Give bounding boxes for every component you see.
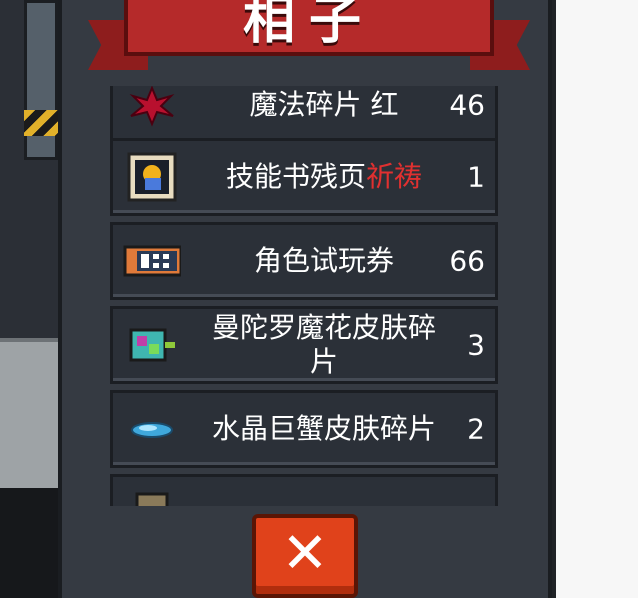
item-name: 角色试玩券 <box>253 244 394 277</box>
item-name: 魔法碎片 红 <box>249 88 399 121</box>
item-count: 46 <box>449 88 485 122</box>
popup-title: 相子 <box>242 0 375 51</box>
item-count: 2 <box>467 412 485 446</box>
list-item[interactable]: 水晶巨蟹皮肤碎片 2 <box>110 390 498 468</box>
list-item[interactable] <box>110 474 498 506</box>
banner-body: 相子 <box>124 0 494 56</box>
list-item[interactable]: 角色试玩券 66 <box>110 222 498 300</box>
item-name: 水晶巨蟹皮肤碎片 <box>211 412 436 445</box>
list-item[interactable]: 技能书残页祈祷 1 <box>110 138 498 216</box>
list-item[interactable]: 魔法碎片 红 46 <box>110 86 498 144</box>
item-name: 技能书残页祈祷 <box>225 160 423 193</box>
close-button[interactable]: ✕ <box>252 514 358 598</box>
next-item-icon <box>135 492 169 506</box>
item-count: 66 <box>449 244 485 278</box>
close-icon: ✕ <box>281 521 329 586</box>
crystal-crab-skin-icon <box>131 422 173 438</box>
mandala-flower-skin-icon <box>129 328 175 362</box>
hazard-stripe <box>24 110 58 136</box>
scene-floor-right <box>556 0 638 598</box>
item-name: 曼陀罗魔花皮肤碎片 <box>211 311 436 378</box>
item-count: 3 <box>467 328 485 362</box>
scene-floor <box>0 338 62 492</box>
skill-book-page-icon <box>127 152 177 202</box>
scene-pillar <box>24 0 58 160</box>
item-count: 1 <box>467 160 485 194</box>
trial-ticket-icon <box>123 245 181 277</box>
title-banner: 相子 <box>88 0 530 70</box>
list-item[interactable]: 曼陀罗魔花皮肤碎片 3 <box>110 306 498 384</box>
item-list[interactable]: 魔法碎片 红 46 技能书残页祈祷 1 角色试玩券 66 曼陀罗魔花皮肤碎片 3… <box>110 86 500 506</box>
scene-shadow <box>0 488 62 598</box>
magic-fragment-red-icon <box>129 86 175 127</box>
item-name-highlight: 祈祷 <box>366 160 423 193</box>
